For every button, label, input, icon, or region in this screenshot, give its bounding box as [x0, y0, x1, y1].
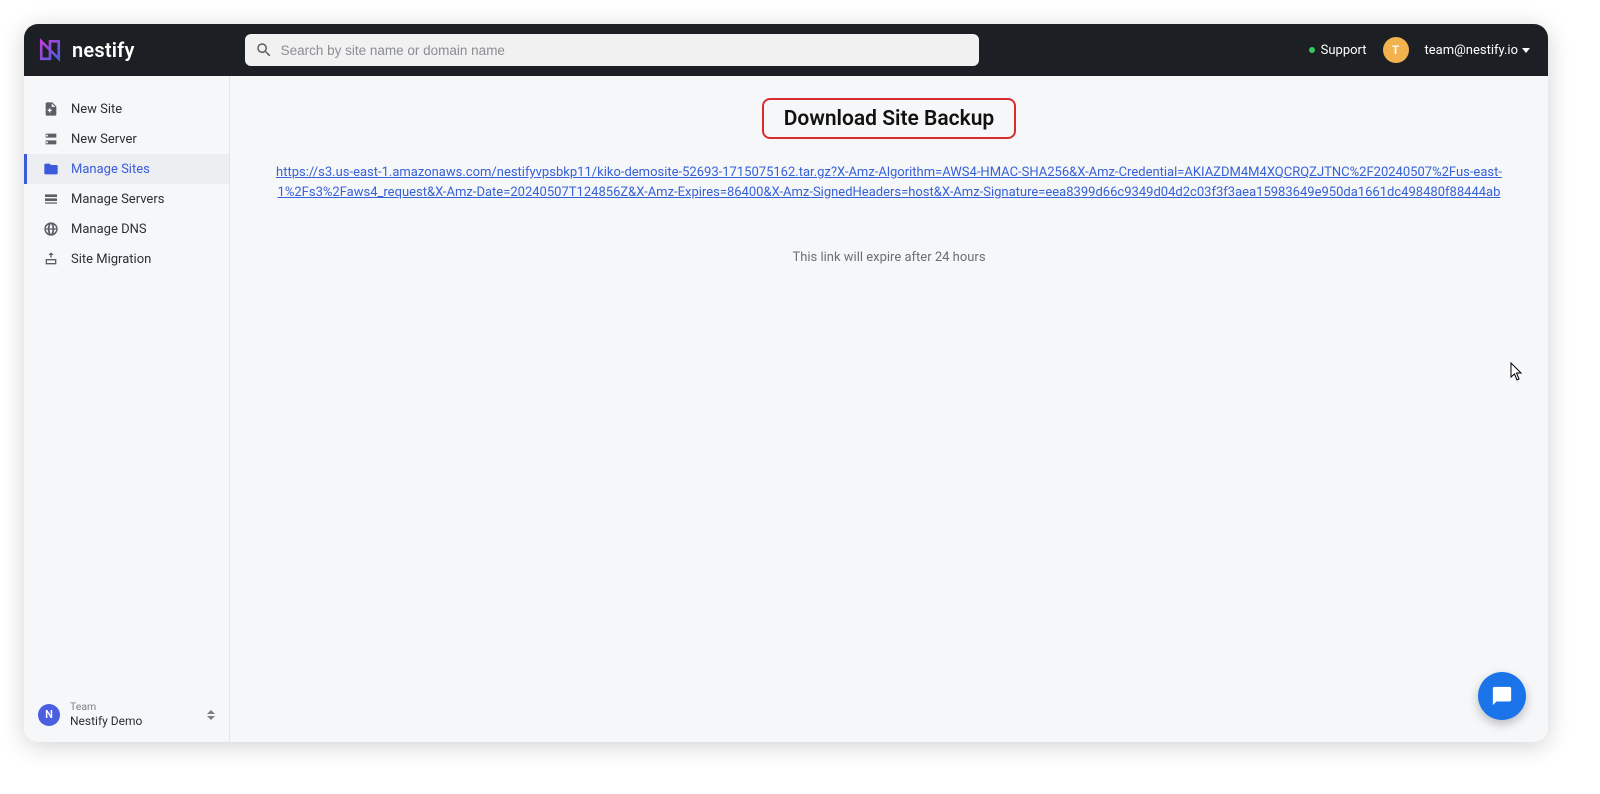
page-title: Download Site Backup	[774, 107, 1004, 131]
expiry-note: This link will expire after 24 hours	[258, 250, 1520, 265]
search-box[interactable]	[245, 34, 979, 66]
user-menu[interactable]: team@nestify.io	[1425, 43, 1530, 58]
app-frame: nestify Support T team@nestify.io	[24, 24, 1548, 742]
status-dot-icon	[1309, 47, 1315, 53]
team-name: Nestify Demo	[70, 714, 142, 728]
chevron-down-icon	[1522, 48, 1530, 53]
support-label: Support	[1321, 43, 1367, 58]
team-label: Team	[70, 701, 142, 714]
server-icon	[43, 131, 59, 147]
sidebar-item-label: Manage Sites	[71, 162, 150, 177]
user-avatar[interactable]: T	[1383, 37, 1409, 63]
updown-chevron-icon	[207, 710, 215, 720]
chat-button[interactable]	[1478, 672, 1526, 720]
team-avatar: N	[38, 704, 60, 726]
sidebar-item-manage-sites[interactable]: Manage Sites	[24, 154, 229, 184]
sidebar-item-new-site[interactable]: New Site	[24, 94, 229, 124]
search-input[interactable]	[281, 43, 969, 58]
folder-icon	[43, 161, 59, 177]
sidebar-item-label: Site Migration	[71, 252, 151, 267]
team-switcher[interactable]: N Team Nestify Demo	[24, 691, 229, 742]
header-right: Support T team@nestify.io	[1309, 37, 1530, 63]
servers-icon	[43, 191, 59, 207]
migration-icon	[43, 251, 59, 267]
brand-name: nestify	[72, 38, 135, 62]
file-plus-icon	[43, 101, 59, 117]
app-body: New Site New Server Manage Sites Manage …	[24, 76, 1548, 742]
team-meta: Team Nestify Demo	[70, 701, 142, 728]
page-title-highlight: Download Site Backup	[762, 98, 1016, 139]
nav-list: New Site New Server Manage Sites Manage …	[24, 94, 229, 274]
sidebar-item-label: Manage DNS	[71, 222, 147, 237]
sidebar-item-site-migration[interactable]: Site Migration	[24, 244, 229, 274]
chat-icon	[1491, 685, 1513, 707]
sidebar-item-manage-dns[interactable]: Manage DNS	[24, 214, 229, 244]
avatar-letter: T	[1392, 43, 1399, 57]
cursor-icon	[1510, 362, 1524, 382]
sidebar-item-label: New Site	[71, 102, 122, 117]
backup-download-link[interactable]: https://s3.us-east-1.amazonaws.com/nesti…	[258, 163, 1520, 202]
sidebar-item-manage-servers[interactable]: Manage Servers	[24, 184, 229, 214]
support-link[interactable]: Support	[1309, 43, 1367, 58]
main-content: Download Site Backup https://s3.us-east-…	[230, 76, 1548, 742]
top-header: nestify Support T team@nestify.io	[24, 24, 1548, 76]
nestify-logo-icon	[36, 36, 64, 64]
sidebar-item-label: Manage Servers	[71, 192, 164, 207]
sidebar: New Site New Server Manage Sites Manage …	[24, 76, 230, 742]
brand-logo[interactable]: nestify	[36, 36, 135, 64]
globe-icon	[43, 221, 59, 237]
user-email-text: team@nestify.io	[1425, 43, 1518, 58]
search-icon	[255, 41, 273, 59]
sidebar-item-new-server[interactable]: New Server	[24, 124, 229, 154]
sidebar-item-label: New Server	[71, 132, 137, 147]
